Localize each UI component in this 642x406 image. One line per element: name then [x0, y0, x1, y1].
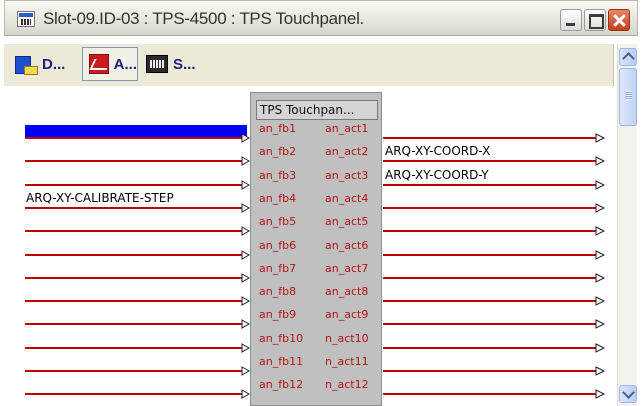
input-port-label: an_fb6	[259, 239, 297, 252]
input-port-label: an_fb7	[259, 262, 297, 275]
minimize-button[interactable]	[560, 9, 582, 31]
input-arrow-icon	[241, 133, 251, 143]
input-port-label: an_fb11	[259, 355, 304, 368]
scroll-down-button[interactable]	[619, 385, 637, 403]
output-port-label: n_act10	[325, 332, 369, 345]
title-bar[interactable]: Slot-09.ID-03 : TPS-4500 : TPS Touchpane…	[4, 0, 638, 36]
output-port-label: an_act5	[325, 215, 369, 228]
close-button[interactable]	[608, 9, 630, 31]
output-arrow-icon	[595, 250, 606, 260]
input-arrow-icon	[241, 366, 251, 376]
program-window: Slot-09.ID-03 : TPS-4500 : TPS Touchpane…	[0, 0, 642, 406]
tab-digital[interactable]: D...	[9, 47, 75, 81]
output-port-label: an_act6	[325, 239, 369, 252]
output-port-label: an_act3	[325, 169, 369, 182]
app-icon	[17, 11, 35, 27]
input-arrow-icon	[241, 389, 251, 399]
symbol-title: TPS Touchpan...	[256, 100, 378, 120]
tab-serial-label: S...	[173, 55, 196, 73]
input-arrow-icon	[241, 319, 251, 329]
output-port-label: an_act4	[325, 192, 369, 205]
input-port-label: an_fb1	[259, 122, 297, 135]
input-arrow-icon	[241, 226, 251, 236]
output-arrow-icon	[595, 133, 606, 143]
output-arrow-icon	[595, 273, 606, 283]
output-port-label: an_act8	[325, 285, 369, 298]
input-arrow-icon	[241, 180, 251, 190]
vertical-scrollbar[interactable]	[617, 44, 637, 406]
tab-digital-label: D...	[42, 55, 66, 73]
output-arrow-icon	[595, 343, 606, 353]
input-port-label: an_fb4	[259, 192, 297, 205]
toolbar: D... A... S...	[4, 44, 614, 86]
input-port-label: an_fb10	[259, 332, 304, 345]
output-arrow-icon	[595, 296, 606, 306]
input-port-label: an_fb8	[259, 285, 297, 298]
input-port-label: an_fb2	[259, 145, 297, 158]
analog-icon	[89, 54, 109, 74]
input-port-label: an_fb3	[259, 169, 297, 182]
serial-icon	[146, 55, 168, 73]
window-title: Slot-09.ID-03 : TPS-4500 : TPS Touchpane…	[43, 9, 364, 28]
display-icon	[15, 54, 38, 75]
output-arrow-icon	[595, 203, 606, 213]
output-arrow-icon	[595, 389, 606, 399]
input-arrow-icon	[241, 343, 251, 353]
output-arrow-icon	[595, 366, 606, 376]
scroll-up-button[interactable]	[619, 48, 637, 66]
output-signal-name[interactable]: ARQ-XY-COORD-Y	[385, 168, 489, 182]
output-port-label: an_act2	[325, 145, 369, 158]
tab-analog[interactable]: A...	[82, 47, 138, 81]
input-port-label: an_fb12	[259, 378, 304, 391]
output-port-label: an_act1	[325, 122, 369, 135]
output-port-label: an_act7	[325, 262, 369, 275]
signal-canvas[interactable]: ARQ-XY-CALIBRATE-STEP ARQ-XY-COORD-X ARQ-…	[4, 86, 616, 406]
input-port-label: an_fb5	[259, 215, 297, 228]
output-port-label: n_act11	[325, 355, 369, 368]
input-arrow-icon	[241, 273, 251, 283]
output-port-label: n_act12	[325, 378, 369, 391]
output-arrow-icon	[595, 180, 606, 190]
input-arrow-icon	[241, 250, 251, 260]
scroll-thumb[interactable]	[619, 68, 637, 126]
input-port-label: an_fb9	[259, 308, 297, 321]
output-signal-name[interactable]: ARQ-XY-COORD-X	[385, 144, 490, 158]
output-arrow-icon	[595, 226, 606, 236]
input-arrow-icon	[241, 203, 251, 213]
symbol-block[interactable]: TPS Touchpan... an_fb1 an_act1 an_fb2 an_ac…	[250, 92, 382, 406]
output-arrow-icon	[595, 156, 606, 166]
output-port-label: an_act9	[325, 308, 369, 321]
maximize-button[interactable]	[584, 9, 606, 31]
input-arrow-icon	[241, 156, 251, 166]
tab-analog-label: A...	[113, 55, 137, 73]
tab-serial[interactable]: S...	[140, 47, 206, 81]
output-arrow-icon	[595, 319, 606, 329]
input-signal-name[interactable]: ARQ-XY-CALIBRATE-STEP	[26, 191, 174, 205]
input-arrow-icon	[241, 296, 251, 306]
